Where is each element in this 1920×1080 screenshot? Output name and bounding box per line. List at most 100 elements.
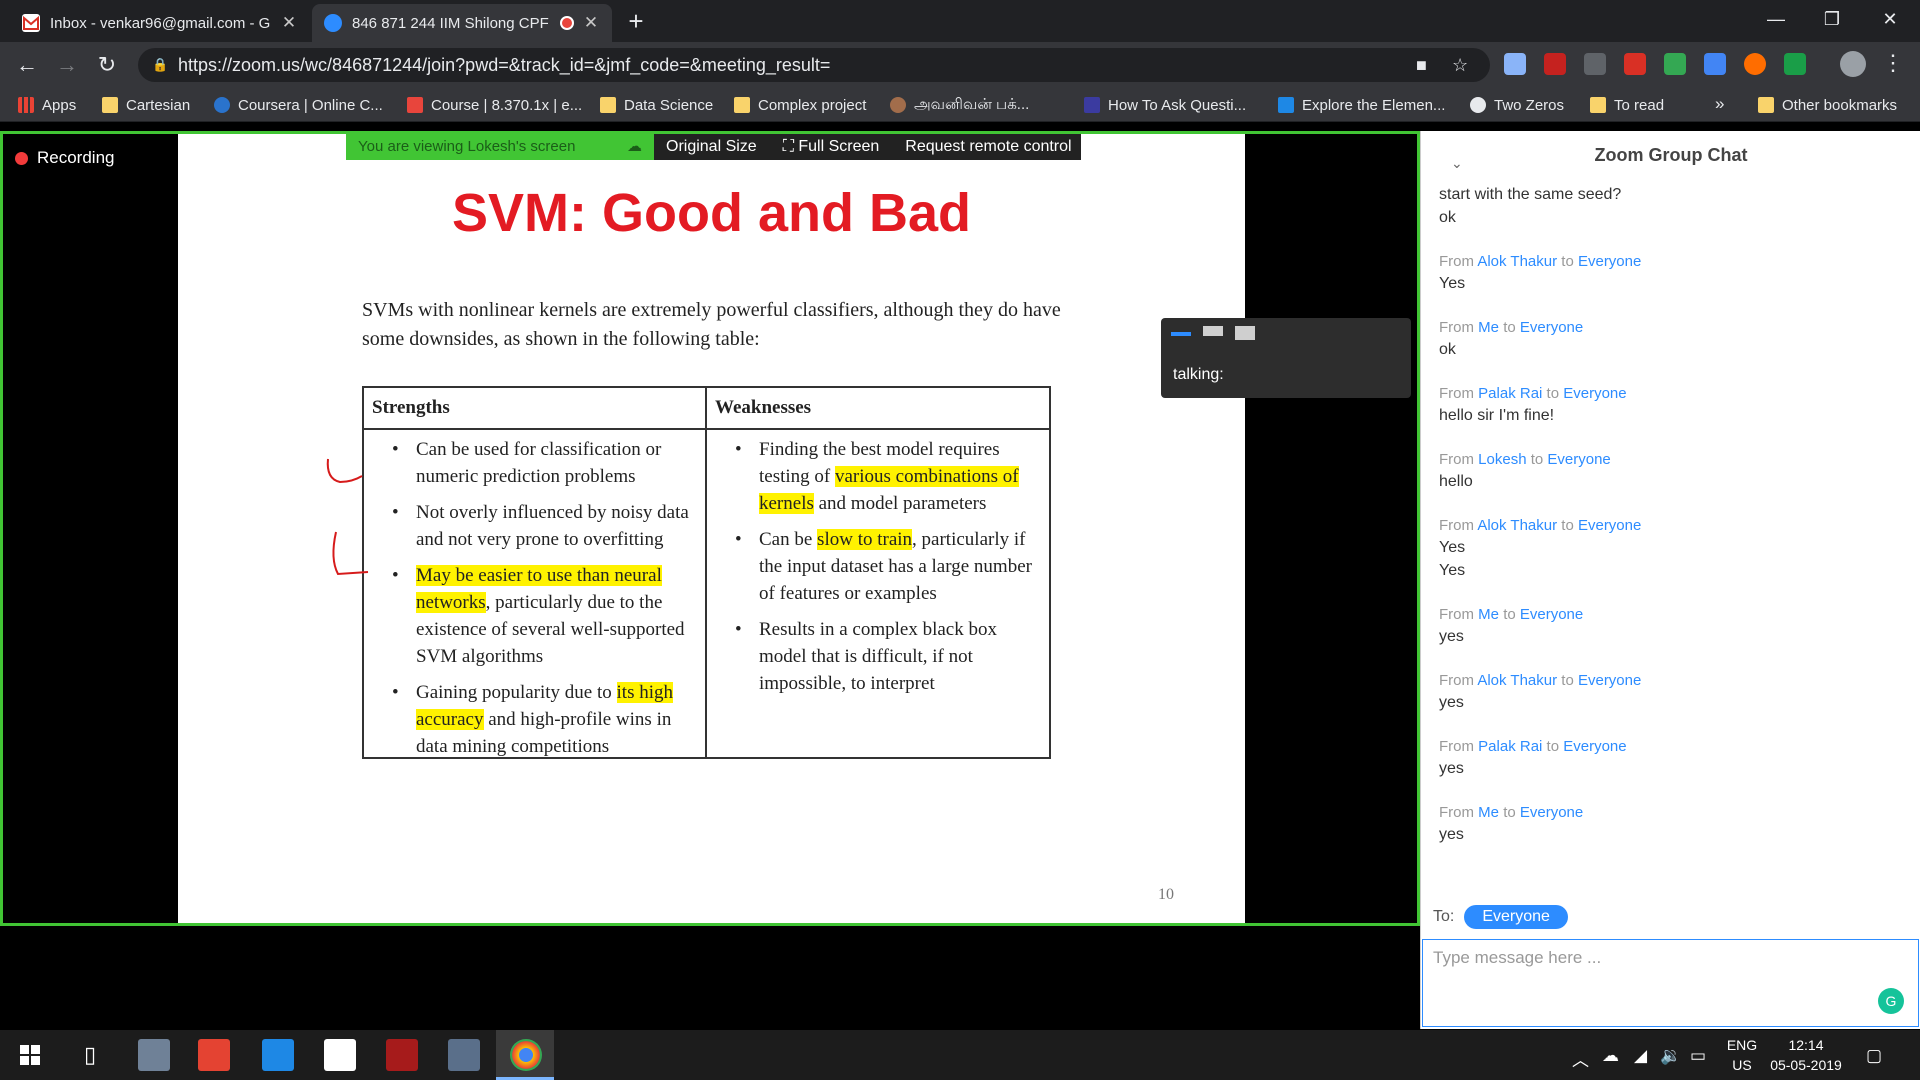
chat-message: From Palak Rai to Everyone yes bbox=[1439, 736, 1899, 780]
app-icon[interactable] bbox=[448, 1039, 480, 1071]
bookmark-coursera[interactable]: Coursera | Online C... bbox=[214, 94, 383, 116]
tab-close-icon[interactable]: ✕ bbox=[582, 13, 600, 33]
browser-toolbar: ← → ↻ 🔒 https://zoom.us/wc/846871244/joi… bbox=[0, 42, 1920, 88]
clock[interactable]: 12:14 05-05-2019 bbox=[1766, 1030, 1846, 1080]
windows-taskbar: ▯ ︿ ☁ ◢ 🔉 ▭ ENG US 12:14 05-05-2019 ▢ bbox=[0, 1030, 1920, 1080]
site-icon bbox=[1084, 97, 1100, 113]
bookmark-edx-course[interactable]: Course | 8.370.1x | e... bbox=[407, 94, 582, 116]
wifi-icon[interactable]: ◢ bbox=[1634, 1046, 1647, 1066]
menu-icon[interactable]: ⋮ bbox=[1882, 50, 1904, 76]
wordpress-icon bbox=[1470, 97, 1486, 113]
bookmark-tamil-page[interactable]: அவனிவன் பக்... bbox=[890, 94, 1029, 116]
bookmark-apps[interactable]: Apps bbox=[18, 94, 76, 116]
extension-icon[interactable] bbox=[1584, 53, 1606, 75]
folder-icon bbox=[734, 97, 750, 113]
chat-message: From Me to Everyone yes bbox=[1439, 802, 1899, 846]
chat-message: From Lokesh to Everyone hello bbox=[1439, 449, 1899, 493]
presentation-slide: SVM: Good and Bad SVMs with nonlinear ke… bbox=[178, 134, 1245, 923]
tab-zoom-meeting[interactable]: 846 871 244 IIM Shilong CPF ✕ bbox=[312, 4, 612, 42]
extension-icon[interactable] bbox=[1624, 53, 1646, 75]
bookmark-explore-elements[interactable]: Explore the Elemen... bbox=[1278, 94, 1445, 116]
calendar-icon[interactable] bbox=[262, 1039, 294, 1071]
list-item: Gaining popularity due to its high accur… bbox=[390, 679, 697, 760]
chrome-icon[interactable] bbox=[510, 1039, 542, 1071]
message-sender: From Lokesh to Everyone bbox=[1439, 451, 1611, 468]
new-tab-button[interactable]: + bbox=[622, 8, 650, 36]
bookmark-cartesian[interactable]: Cartesian bbox=[102, 94, 190, 116]
task-view-icon[interactable]: ▯ bbox=[74, 1039, 106, 1071]
bookmark-two-zeros[interactable]: Two Zeros bbox=[1470, 94, 1564, 116]
onedrive-icon[interactable]: ☁ bbox=[1602, 1046, 1619, 1066]
lock-icon: 🔒 bbox=[152, 57, 169, 72]
extension-icon[interactable] bbox=[1744, 53, 1766, 75]
evernote-icon[interactable] bbox=[324, 1039, 356, 1071]
bookmark-to-read[interactable]: To read bbox=[1590, 94, 1664, 116]
chat-message: From Alok Thakur to Everyone Yes bbox=[1439, 251, 1899, 295]
message-text: Yes bbox=[1439, 275, 1466, 292]
chat-message-input[interactable]: Type message here ... G bbox=[1422, 939, 1919, 1027]
chat-title: Zoom Group Chat bbox=[1594, 145, 1748, 165]
notifications-icon[interactable]: ▢ bbox=[1866, 1046, 1882, 1066]
expand-video-button[interactable] bbox=[1235, 326, 1255, 340]
list-item: Not overly influenced by noisy data and … bbox=[390, 499, 697, 553]
forward-button[interactable]: → bbox=[52, 50, 82, 80]
bookmark-how-to-ask[interactable]: How To Ask Questi... bbox=[1084, 94, 1246, 116]
chat-message: From Alok Thakur to Everyone yes bbox=[1439, 670, 1899, 714]
restore-button[interactable]: ❐ bbox=[1804, 0, 1860, 40]
close-window-button[interactable]: ✕ bbox=[1862, 0, 1918, 40]
battery-icon[interactable]: ▭ bbox=[1690, 1046, 1706, 1066]
bookmark-complex-project[interactable]: Complex project bbox=[734, 94, 866, 116]
extension-icon[interactable] bbox=[1504, 53, 1526, 75]
recording-indicator: Recording bbox=[15, 148, 115, 168]
full-screen-button[interactable]: ⛶ Full Screen bbox=[783, 138, 880, 156]
message-text: hello bbox=[1439, 473, 1473, 490]
todoist-icon[interactable] bbox=[198, 1039, 230, 1071]
message-text: yes bbox=[1439, 628, 1464, 645]
windows-start-icon[interactable] bbox=[14, 1039, 46, 1071]
back-button[interactable]: ← bbox=[12, 50, 42, 80]
table-header: Strengths bbox=[364, 388, 705, 430]
chevron-up-icon[interactable]: ︿ bbox=[1572, 1046, 1589, 1071]
app-icon[interactable] bbox=[138, 1039, 170, 1071]
tab-close-icon[interactable]: ✕ bbox=[280, 13, 298, 33]
volume-icon[interactable]: 🔉 bbox=[1660, 1046, 1681, 1066]
minimize-video-button[interactable] bbox=[1171, 332, 1191, 336]
extension-icon[interactable] bbox=[1664, 53, 1686, 75]
browser-tab-strip: Inbox - venkar96@gmail.com - G ✕ 846 871… bbox=[0, 0, 1920, 42]
message-sender: From Alok Thakur to Everyone bbox=[1439, 253, 1642, 270]
record-dot-icon bbox=[15, 151, 28, 165]
more-bookmarks-icon[interactable]: » bbox=[1715, 94, 1724, 114]
grammarly-icon[interactable]: G bbox=[1878, 988, 1904, 1014]
mendeley-icon[interactable] bbox=[386, 1039, 418, 1071]
bookmarks-bar: Apps Cartesian Coursera | Online C... Co… bbox=[0, 88, 1920, 122]
other-bookmarks[interactable]: Other bookmarks bbox=[1758, 94, 1897, 116]
camera-icon[interactable]: ■ bbox=[1416, 48, 1427, 82]
evernote-extension-icon[interactable] bbox=[1784, 53, 1806, 75]
recipient-dropdown[interactable]: Everyone bbox=[1464, 905, 1568, 929]
strengths-column: Strengths Can be used for classification… bbox=[364, 388, 707, 757]
extension-icon[interactable] bbox=[1704, 53, 1726, 75]
layout-button[interactable] bbox=[1203, 326, 1223, 336]
message-text: yes bbox=[1439, 694, 1464, 711]
bookmark-data-science[interactable]: Data Science bbox=[600, 94, 713, 116]
request-remote-control-button[interactable]: Request remote control bbox=[905, 138, 1071, 156]
cloud-icon: ☁ bbox=[627, 138, 642, 155]
tab-gmail[interactable]: Inbox - venkar96@gmail.com - G ✕ bbox=[10, 4, 310, 42]
language-indicator[interactable]: ENG US bbox=[1722, 1030, 1762, 1080]
address-bar[interactable]: 🔒 https://zoom.us/wc/846871244/join?pwd=… bbox=[138, 48, 1490, 82]
coursera-icon bbox=[214, 97, 230, 113]
reload-button[interactable]: ↻ bbox=[92, 50, 122, 80]
viewing-options-bar: You are viewing Lokesh's screen ☁ Origin… bbox=[346, 134, 1081, 160]
original-size-button[interactable]: Original Size bbox=[666, 138, 757, 156]
site-icon bbox=[890, 97, 906, 113]
shared-screen-area: Recording SVM: Good and Bad SVMs with no… bbox=[0, 131, 1420, 926]
extension-icon[interactable] bbox=[1544, 53, 1566, 75]
minimize-button[interactable]: — bbox=[1748, 0, 1804, 40]
message-sender: From Alok Thakur to Everyone bbox=[1439, 517, 1642, 534]
chat-message: From Palak Rai to Everyone hello sir I'm … bbox=[1439, 383, 1899, 427]
edx-icon bbox=[407, 97, 423, 113]
weaknesses-column: Weaknesses Finding the best model requir… bbox=[707, 388, 1049, 757]
profile-avatar[interactable] bbox=[1840, 51, 1866, 77]
table-header: Weaknesses bbox=[707, 388, 1049, 430]
bookmark-star-icon[interactable]: ☆ bbox=[1452, 48, 1468, 82]
